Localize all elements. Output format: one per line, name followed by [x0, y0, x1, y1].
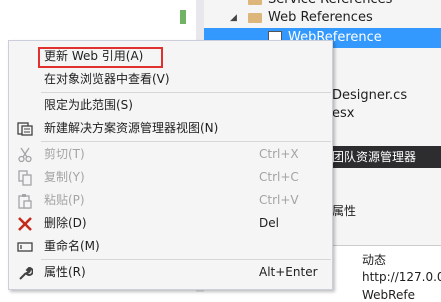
folder-icon	[248, 0, 262, 5]
team-explorer-title: 团队资源管理器	[332, 150, 417, 164]
menu-item-label: 剪切(T)	[44, 147, 85, 161]
context-menu: 更新 Web 引用(A) 在对象浏览器中查看(V) 限定为此范围(S) 新建解决…	[8, 40, 333, 290]
menu-item-label: 新建解决方案资源管理器视图(N)	[44, 121, 219, 135]
copy-icon	[17, 170, 33, 186]
property-value[interactable]: http://127.0.0.	[362, 270, 441, 284]
tree-item-label: Web References	[268, 10, 373, 25]
new-view-icon	[17, 121, 33, 137]
menu-item-shortcut: Alt+Enter	[259, 265, 318, 279]
delete-x-icon	[17, 216, 33, 232]
menu-item-delete[interactable]: 删除(D) Del	[9, 212, 332, 235]
properties-header: 属性	[332, 204, 357, 218]
property-value: 动态	[362, 253, 387, 267]
rename-icon	[17, 239, 33, 255]
menu-item-label: 粘贴(P)	[44, 193, 85, 207]
paste-icon	[17, 193, 33, 209]
menu-item-new-explorer-view[interactable]: 新建解决方案资源管理器视图(N)	[9, 117, 332, 140]
menu-item-properties[interactable]: 属性(R) Alt+Enter	[9, 261, 332, 284]
menu-item-shortcut: Del	[259, 216, 279, 230]
menu-item-label: 属性(R)	[44, 265, 86, 279]
menu-item-copy[interactable]: 复制(Y) Ctrl+C	[9, 166, 332, 189]
menu-separator	[41, 259, 331, 260]
tree-item-label: Designer.cs	[332, 88, 408, 103]
menu-item-cut[interactable]: 剪切(T) Ctrl+X	[9, 143, 332, 166]
menu-item-label: 复制(Y)	[44, 170, 85, 184]
menu-separator	[41, 141, 331, 142]
menu-item-scope-to-this[interactable]: 限定为此范围(S)	[9, 94, 332, 117]
menu-item-shortcut: Ctrl+X	[259, 147, 299, 161]
menu-separator	[41, 92, 331, 93]
tree-item-label: esx	[332, 106, 355, 121]
menu-item-shortcut: Ctrl+V	[259, 193, 299, 207]
menu-item-label: 限定为此范围(S)	[44, 98, 133, 112]
menu-item-paste[interactable]: 粘贴(P) Ctrl+V	[9, 189, 332, 212]
folder-icon	[248, 13, 262, 23]
scissors-icon	[17, 147, 33, 163]
menu-item-update-web-reference[interactable]: 更新 Web 引用(A)	[9, 45, 332, 68]
expand-triangle-icon[interactable]: ◢	[230, 8, 237, 28]
menu-item-shortcut: Ctrl+C	[259, 170, 299, 184]
property-value: WebRefe	[362, 288, 415, 302]
menu-item-label: 在对象浏览器中查看(V)	[44, 72, 170, 86]
wrench-icon	[17, 265, 34, 281]
menu-item-label: 重命名(M)	[44, 239, 100, 253]
menu-item-view-in-object-browser[interactable]: 在对象浏览器中查看(V)	[9, 68, 332, 91]
change-indicator	[180, 10, 186, 24]
menu-item-rename[interactable]: 重命名(M)	[9, 235, 332, 258]
menu-item-label: 删除(D)	[44, 216, 87, 230]
tree-item-web-references[interactable]: ◢ Web References	[204, 8, 441, 28]
menu-item-label: 更新 Web 引用(A)	[44, 49, 144, 63]
